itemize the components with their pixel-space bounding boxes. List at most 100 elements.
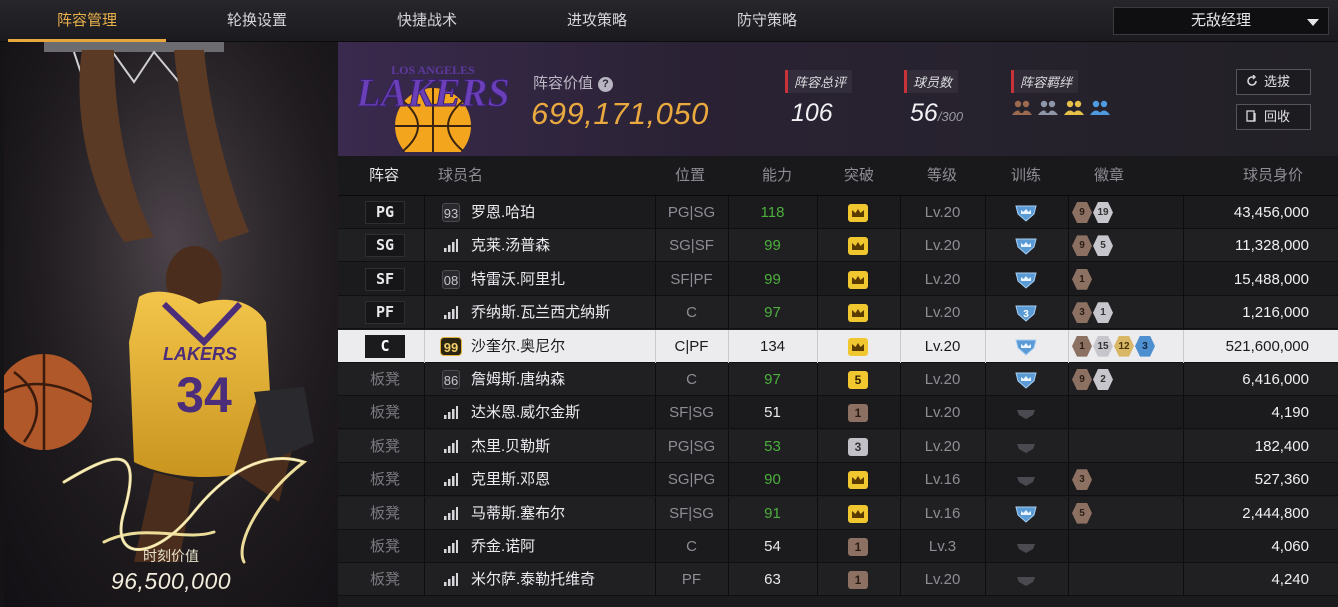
breakthrough-badge[interactable]: 3 [848, 437, 868, 456]
training-shield-icon[interactable] [1014, 237, 1038, 256]
manager-select[interactable]: 无敌经理 [1113, 7, 1329, 35]
badge-icon[interactable]: 9 [1072, 235, 1092, 257]
col-training[interactable]: 训练 [992, 156, 1060, 196]
badge-icon[interactable]: 3 [1072, 469, 1092, 491]
player-count-label: 球员数 [904, 70, 959, 93]
training-shield-icon[interactable] [1014, 338, 1038, 356]
crown-icon[interactable] [848, 504, 868, 523]
training-shield-icon[interactable] [1014, 371, 1038, 389]
player-name[interactable]: 特雷沃.阿里扎 [471, 263, 565, 296]
crown-icon[interactable] [848, 237, 868, 256]
player-name[interactable]: 克莱.汤普森 [471, 229, 550, 262]
table-row[interactable]: SG 克莱.汤普森 SG|SF 99 Lv.20 9 5 11,328,000 [338, 229, 1338, 263]
player-count-stat: 球员数 56/300 [904, 70, 963, 128]
recycle-button[interactable]: 回收 [1236, 104, 1311, 130]
col-ability[interactable]: 能力 [743, 156, 811, 196]
table-row[interactable]: PG 93 罗恩.哈珀 PG|SG 118 Lv.20 9 19 43,456,000 [338, 196, 1338, 229]
help-icon[interactable]: ? [598, 77, 614, 92]
player-name[interactable]: 马蒂斯.塞布尔 [471, 497, 565, 530]
breakthrough-badge[interactable]: 1 [848, 571, 868, 590]
tab-quick-tactics[interactable]: 快捷战术 [342, 0, 512, 42]
column-divider [424, 329, 425, 363]
column-divider [985, 396, 986, 430]
col-position[interactable]: 位置 [656, 156, 724, 196]
badge-icon[interactable]: 5 [1093, 235, 1113, 257]
top-tab-bar: 阵容管理 轮换设置 快捷战术 进攻策略 防守策略 无敌经理 [0, 0, 1338, 42]
col-lineup[interactable]: 阵容 [362, 156, 406, 196]
table-row[interactable]: 板凳 乔金.诺阿 C 54 1 Lv.3 4,060 [338, 530, 1338, 563]
player-name[interactable]: 杰里.贝勒斯 [471, 430, 550, 463]
table-row[interactable]: 板凳 米尔萨.泰勒托维奇 PF 63 1 Lv.20 4,240 [338, 563, 1338, 597]
bond-icon-3[interactable] [1089, 99, 1111, 124]
tab-offense-strategy[interactable]: 进攻策略 [512, 0, 682, 42]
col-player-name[interactable]: 球员名 [438, 156, 498, 196]
table-row[interactable]: 板凳 马蒂斯.塞布尔 SF|SG 91 Lv.16 5 2,444,800 [338, 496, 1338, 530]
table-row[interactable]: PF 乔纳斯.瓦兰西尤纳斯 C 97 Lv.20 3 3 1 1,216,000 [338, 296, 1338, 330]
crown-icon[interactable] [848, 270, 868, 289]
training-shield-icon[interactable]: 3 [1014, 304, 1038, 322]
col-level[interactable]: 等级 [908, 156, 976, 196]
training-shield-icon[interactable] [1014, 505, 1038, 523]
lineup-slot-badge[interactable]: PF [365, 301, 405, 325]
badge-icon[interactable]: 1 [1093, 302, 1113, 324]
col-player-value[interactable]: 球员身价 [1228, 156, 1318, 196]
col-breakthrough[interactable]: 突破 [825, 156, 893, 196]
lineup-slot-badge[interactable]: SG [365, 234, 405, 258]
player-name[interactable]: 罗恩.哈珀 [471, 196, 535, 229]
lineup-slot-badge[interactable]: C [365, 334, 405, 358]
badge-icon[interactable]: 3 [1135, 335, 1155, 357]
training-shield-icon[interactable] [1014, 404, 1038, 422]
badge-icon[interactable]: 1 [1072, 335, 1092, 357]
bond-icons[interactable]: 35 [1011, 99, 1111, 124]
bond-icon-2[interactable] [1063, 99, 1085, 124]
player-price: 1,216,000 [1242, 304, 1309, 322]
tab-rotation-settings[interactable]: 轮换设置 [172, 0, 342, 42]
training-shield-icon[interactable] [1014, 271, 1038, 289]
breakthrough-badge[interactable]: 1 [848, 538, 868, 556]
badge-icon[interactable]: 1 [1072, 268, 1092, 290]
crown-icon[interactable] [848, 204, 868, 222]
breakthrough-badge[interactable]: 5 [848, 371, 868, 389]
table-row[interactable]: 板凳 克里斯.邓恩 SG|PG 90 Lv.16 3 527,360 [338, 463, 1338, 497]
select-button[interactable]: 选拔 [1236, 69, 1311, 95]
breakthrough-badge[interactable]: 1 [848, 404, 868, 423]
column-divider [985, 429, 986, 463]
table-row[interactable]: 板凳 杰里.贝勒斯 PG|SG 53 3 Lv.20 182,400 [338, 429, 1338, 463]
bond-icon-1[interactable]: 5 [1037, 99, 1059, 124]
training-shield-icon[interactable] [1014, 438, 1038, 456]
badge-icon[interactable]: 9 [1072, 202, 1092, 223]
lineup-screen: 阵容管理 轮换设置 快捷战术 进攻策略 防守策略 无敌经理 34 LAKERS … [0, 0, 1338, 607]
training-shield-icon[interactable] [1014, 571, 1038, 589]
featured-player-card[interactable]: 34 LAKERS 时刻价值 96,500,000 [4, 42, 338, 607]
player-name[interactable]: 沙奎尔.奥尼尔 [471, 330, 565, 363]
tab-defense-strategy[interactable]: 防守策略 [682, 0, 852, 42]
player-name[interactable]: 乔金.诺阿 [471, 530, 535, 563]
badge-icon[interactable]: 12 [1114, 335, 1134, 357]
table-row[interactable]: 板凳 达米恩.威尔金斯 SF|SG 51 1 Lv.20 4,190 [338, 396, 1338, 430]
lineup-slot-badge[interactable]: SF [365, 267, 405, 291]
col-badges[interactable]: 徽章 [1075, 156, 1143, 196]
player-name[interactable]: 达米恩.威尔金斯 [471, 396, 580, 429]
training-shield-icon[interactable] [1014, 204, 1038, 222]
badge-icon[interactable]: 3 [1072, 302, 1092, 324]
lineup-slot-badge[interactable]: PG [365, 201, 405, 224]
badge-icon[interactable]: 19 [1093, 202, 1113, 223]
player-name[interactable]: 克里斯.邓恩 [471, 463, 550, 496]
crown-icon[interactable] [848, 471, 868, 490]
player-name[interactable]: 米尔萨.泰勒托维奇 [471, 563, 595, 596]
training-shield-icon[interactable] [1014, 471, 1038, 489]
training-shield-icon[interactable] [1014, 538, 1038, 556]
crown-icon[interactable] [848, 304, 868, 323]
badge-icon[interactable]: 2 [1093, 369, 1113, 390]
crown-icon[interactable] [848, 337, 868, 356]
badge-icon[interactable]: 5 [1072, 502, 1092, 524]
player-name[interactable]: 乔纳斯.瓦兰西尤纳斯 [471, 296, 610, 329]
table-row[interactable]: C 99 沙奎尔.奥尼尔 C|PF 134 Lv.20 1 15 12 3 521,600,000 [338, 329, 1338, 363]
player-name[interactable]: 詹姆斯.唐纳森 [471, 363, 565, 396]
tab-lineup-management[interactable]: 阵容管理 [2, 0, 172, 42]
badge-icon[interactable]: 9 [1072, 369, 1092, 390]
badge-icon[interactable]: 15 [1093, 335, 1113, 357]
table-row[interactable]: SF 08 特雷沃.阿里扎 SF|PF 99 Lv.20 1 15,488,000 [338, 262, 1338, 296]
bond-icon-0[interactable]: 3 [1011, 99, 1033, 124]
table-row[interactable]: 板凳 86 詹姆斯.唐纳森 C 97 5 Lv.20 9 2 6,416,000 [338, 363, 1338, 396]
